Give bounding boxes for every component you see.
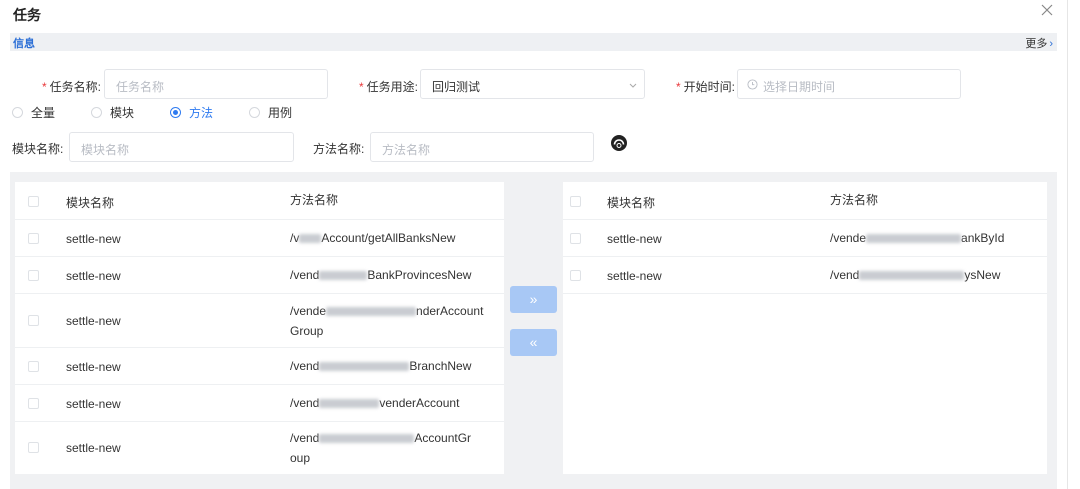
chevron-right-icon: ›: [1049, 38, 1053, 50]
row-checkbox[interactable]: [28, 361, 39, 372]
task-name-input[interactable]: 任务名称: [104, 69, 328, 99]
clock-icon: [747, 79, 758, 93]
row-checkbox[interactable]: [28, 233, 39, 244]
table-header-row: 模块名称 方法名称: [563, 182, 1047, 220]
module-name-filter-input[interactable]: 模块名称: [69, 132, 294, 162]
module-name-filter-label: 模块名称:: [12, 142, 64, 156]
left-transfer-table: 模块名称 方法名称 settle-new /v Account/getAllBan…: [15, 182, 504, 474]
dialog-title: 任务: [13, 7, 41, 23]
method-name-filter-input[interactable]: 方法名称: [370, 132, 594, 162]
table-row[interactable]: settle-new /vend venderAccount: [15, 385, 504, 422]
more-link[interactable]: 更多 ›: [1025, 35, 1053, 51]
move-right-button[interactable]: »: [510, 286, 557, 313]
move-left-button[interactable]: «: [510, 329, 557, 356]
scope-radio-group: 全量 模块 方法 用例: [12, 104, 328, 121]
radio-case[interactable]: 用例: [249, 104, 292, 121]
row-checkbox[interactable]: [570, 270, 581, 281]
row-checkbox[interactable]: [28, 442, 39, 453]
row-checkbox[interactable]: [28, 315, 39, 326]
table-row[interactable]: settle-new /vend ysNew: [563, 257, 1047, 294]
select-all-checkbox[interactable]: [28, 196, 39, 207]
row-checkbox[interactable]: [28, 398, 39, 409]
task-purpose-label: * 任务用途:: [359, 80, 419, 94]
method-name-filter-label: 方法名称:: [313, 142, 365, 156]
radio-full[interactable]: 全量: [12, 104, 55, 121]
radio-method[interactable]: 方法: [170, 104, 213, 121]
loading-spinner-icon: [610, 134, 628, 152]
row-checkbox[interactable]: [28, 270, 39, 281]
task-purpose-select[interactable]: 回归测试: [420, 69, 645, 99]
column-header-method: 方法名称: [830, 193, 879, 207]
table-row[interactable]: settle-new /vende nderAccount Group: [15, 294, 504, 348]
task-name-label: * 任务名称:: [42, 80, 102, 94]
row-checkbox[interactable]: [570, 233, 581, 244]
close-icon[interactable]: [1040, 3, 1056, 19]
right-transfer-table: 模块名称 方法名称 settle-new /vende ankById settl…: [563, 182, 1047, 474]
chevron-down-icon: [628, 79, 638, 93]
scrollbar-track[interactable]: [1067, 0, 1080, 489]
table-row[interactable]: settle-new /v Account/getAllBanksNew: [15, 220, 504, 257]
table-row[interactable]: settle-new /vende ankById: [563, 220, 1047, 257]
table-row[interactable]: settle-new /vend BankProvincesNew: [15, 257, 504, 294]
column-header-module: 模块名称: [66, 196, 115, 210]
table-header-row: 模块名称 方法名称: [15, 182, 504, 220]
info-section-label: 信息: [13, 38, 35, 50]
column-header-method: 方法名称: [290, 193, 339, 207]
column-header-module: 模块名称: [607, 196, 656, 210]
start-time-picker[interactable]: 选择日期时间: [737, 69, 961, 99]
table-row[interactable]: settle-new /vend AccountGr oup: [15, 422, 504, 474]
select-all-checkbox[interactable]: [570, 196, 581, 207]
start-time-label: * 开始时间:: [676, 80, 736, 94]
table-row[interactable]: settle-new /vend BranchNew: [15, 348, 504, 385]
info-section-bar: 信息 更多 ›: [10, 33, 1057, 51]
radio-module[interactable]: 模块: [91, 104, 134, 121]
